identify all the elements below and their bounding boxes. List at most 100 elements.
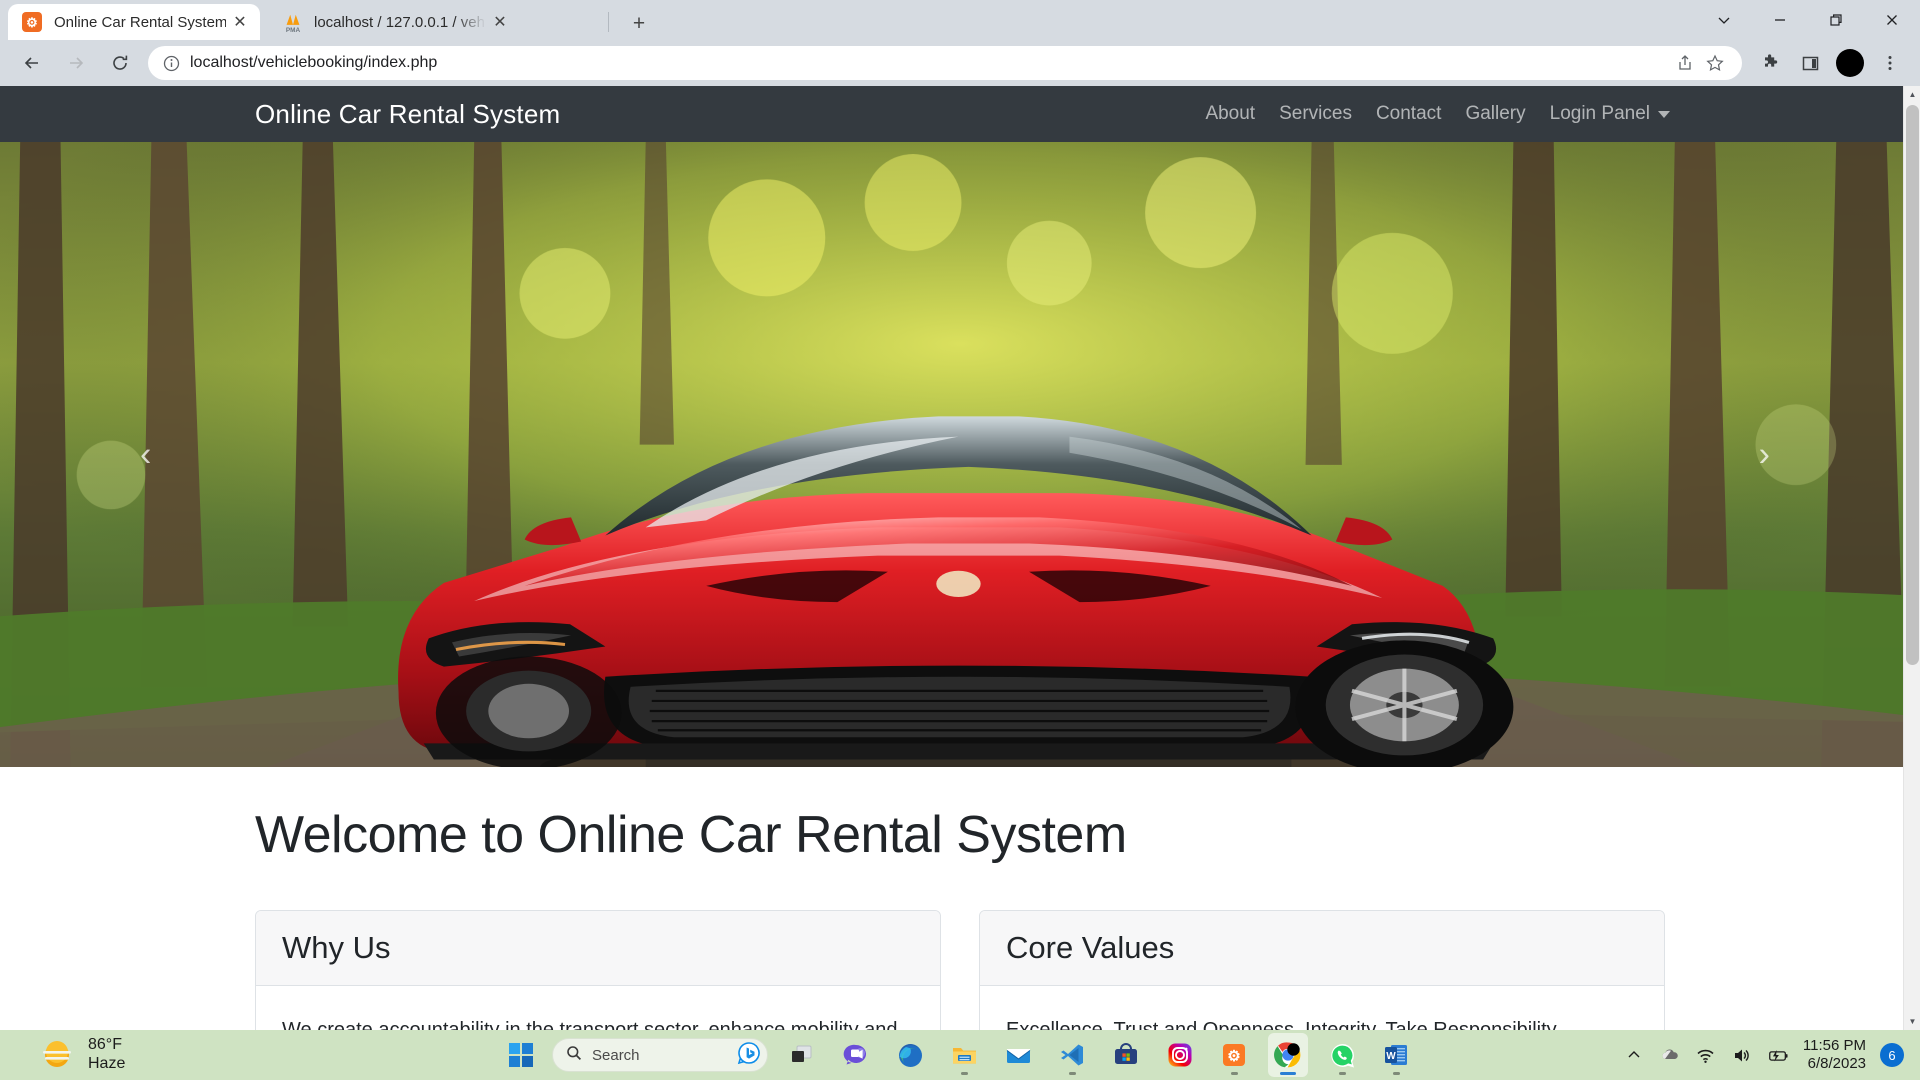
active-indicator xyxy=(1280,1072,1296,1075)
taskbar-app-vs-code[interactable] xyxy=(1052,1033,1092,1077)
tab-strip: ⚙ Online Car Rental System ✕ PMA localho… xyxy=(0,0,1920,40)
cloud-icon[interactable] xyxy=(1659,1044,1681,1066)
running-indicator xyxy=(1338,1072,1346,1075)
window-controls xyxy=(1696,0,1920,40)
browser-window: ⚙ Online Car Rental System ✕ PMA localho… xyxy=(0,0,1920,1030)
svg-text:W: W xyxy=(1386,1051,1396,1062)
close-window-button[interactable] xyxy=(1864,0,1920,40)
new-tab-button[interactable]: + xyxy=(625,10,653,38)
search-input[interactable]: Search xyxy=(552,1038,768,1072)
star-icon[interactable] xyxy=(1700,48,1730,78)
scroll-up-icon[interactable]: ▲ xyxy=(1904,86,1920,103)
svg-text:PMA: PMA xyxy=(286,27,301,34)
back-button[interactable] xyxy=(15,46,49,80)
taskbar-app-task-view[interactable] xyxy=(782,1033,822,1077)
taskbar-app-word[interactable]: W xyxy=(1376,1033,1416,1077)
browser-tab-online-car-rental-system[interactable]: ⚙ Online Car Rental System ✕ xyxy=(8,4,260,40)
browser-toolbar: localhost/vehiclebooking/index.php xyxy=(0,40,1920,86)
start-button[interactable] xyxy=(504,1038,538,1072)
windows-taskbar: 86°F Haze Search ⚙ W 11:56 PM 6/8/2023 6 xyxy=(0,1030,1920,1080)
site-brand[interactable]: Online Car Rental System xyxy=(255,99,560,130)
vscode-icon xyxy=(1057,1040,1087,1070)
page-viewport: Online Car Rental System About Services … xyxy=(0,86,1920,1030)
restore-button[interactable] xyxy=(1808,0,1864,40)
info-circle-icon[interactable] xyxy=(160,52,182,74)
taskbar-app-edge[interactable] xyxy=(890,1033,930,1077)
edge-icon xyxy=(895,1040,925,1070)
site-navbar: Online Car Rental System About Services … xyxy=(0,86,1920,142)
taskbar-app-microsoft-store[interactable] xyxy=(1106,1033,1146,1077)
info-cards: Why Us We create accountability in the t… xyxy=(255,910,1665,1030)
battery-charging-icon[interactable] xyxy=(1767,1044,1789,1066)
nav-item-gallery[interactable]: Gallery xyxy=(1453,103,1537,125)
folder-icon xyxy=(949,1040,979,1070)
minimize-button[interactable] xyxy=(1752,0,1808,40)
running-indicator xyxy=(960,1072,968,1075)
nav-item-login-panel[interactable]: Login Panel xyxy=(1538,103,1682,125)
share-icon[interactable] xyxy=(1670,48,1700,78)
taskbar-app-xampp[interactable]: ⚙ xyxy=(1214,1033,1254,1077)
taskbar-app-file-explorer[interactable] xyxy=(944,1033,984,1077)
three-dot-menu-icon[interactable] xyxy=(1874,47,1906,79)
mail-icon xyxy=(1003,1040,1033,1070)
card-core-values: Core Values Excellence, Trust and Openne… xyxy=(979,910,1665,1030)
taskbar-center: Search ⚙ W xyxy=(504,1033,1416,1077)
notification-badge[interactable]: 6 xyxy=(1880,1043,1904,1067)
close-icon[interactable]: ✕ xyxy=(486,8,514,36)
phpmyadmin-icon: PMA xyxy=(282,12,302,34)
instagram-icon xyxy=(1165,1040,1195,1070)
avatar[interactable] xyxy=(1836,49,1864,77)
running-indicator xyxy=(1392,1072,1400,1075)
card-title: Why Us xyxy=(282,930,391,965)
tab-title: localhost / 127.0.0.1 / vehicle_bo xyxy=(314,13,486,31)
svg-text:⚙: ⚙ xyxy=(1227,1048,1240,1065)
weather-temperature: 86°F xyxy=(88,1036,122,1054)
tab-title: Online Car Rental System xyxy=(54,13,226,31)
hero-prev-button[interactable]: ‹ xyxy=(140,435,151,474)
taskbar-app-chat[interactable] xyxy=(836,1033,876,1077)
scroll-down-icon[interactable]: ▼ xyxy=(1904,1013,1920,1030)
weather-condition: Haze xyxy=(88,1055,126,1072)
xampp-icon: ⚙ xyxy=(22,12,42,32)
hero-next-button[interactable]: › xyxy=(1759,435,1770,474)
taskbar-app-whatsapp[interactable] xyxy=(1322,1033,1362,1077)
taskbar-app-mail[interactable] xyxy=(998,1033,1038,1077)
chevron-up-icon[interactable] xyxy=(1623,1044,1645,1066)
extensions-icon[interactable] xyxy=(1754,47,1786,79)
nav-item-services[interactable]: Services xyxy=(1267,103,1364,125)
address-bar[interactable]: localhost/vehiclebooking/index.php xyxy=(148,46,1742,80)
wifi-icon[interactable] xyxy=(1695,1044,1717,1066)
running-indicator xyxy=(1068,1072,1076,1075)
forward-button xyxy=(59,46,93,80)
taskbar-app-instagram[interactable] xyxy=(1160,1033,1200,1077)
taskbar-app-chrome[interactable] xyxy=(1268,1033,1308,1077)
whatsapp-icon xyxy=(1327,1040,1357,1070)
close-icon[interactable]: ✕ xyxy=(226,8,254,36)
windows-logo-icon xyxy=(508,1042,534,1068)
search-icon xyxy=(566,1045,582,1066)
task-view-icon xyxy=(787,1040,817,1070)
side-panel-icon[interactable] xyxy=(1794,47,1826,79)
haze-sun-icon xyxy=(40,1038,74,1072)
bing-chat-icon[interactable] xyxy=(737,1041,761,1070)
nav-item-about[interactable]: About xyxy=(1193,103,1267,125)
weather-widget[interactable]: 86°F Haze xyxy=(0,1036,125,1074)
speaker-icon[interactable] xyxy=(1731,1044,1753,1066)
browser-tab-phpmyadmin[interactable]: PMA localhost / 127.0.0.1 / vehicle_bo ✕ xyxy=(268,4,520,40)
nav-item-label: Login Panel xyxy=(1549,103,1650,124)
clock-date: 6/8/2023 xyxy=(1807,1055,1866,1072)
page-scrollbar[interactable]: ▲ ▼ xyxy=(1903,86,1920,1030)
chevron-down-icon xyxy=(1658,110,1670,118)
search-placeholder: Search xyxy=(592,1046,640,1064)
tab-search-icon[interactable] xyxy=(1696,0,1752,40)
reload-button[interactable] xyxy=(103,46,137,80)
card-header: Core Values xyxy=(980,911,1664,986)
tab-separator xyxy=(608,12,609,32)
clock[interactable]: 11:56 PM 6/8/2023 xyxy=(1803,1037,1866,1073)
card-body: Excellence, Trust and Openness, Integrit… xyxy=(1006,1019,1561,1030)
scrollbar-thumb[interactable] xyxy=(1906,105,1919,665)
page-title: Welcome to Online Car Rental System xyxy=(255,806,1127,864)
nav-item-contact[interactable]: Contact xyxy=(1364,103,1453,125)
url-text: localhost/vehiclebooking/index.php xyxy=(190,54,438,71)
store-icon xyxy=(1111,1040,1141,1070)
